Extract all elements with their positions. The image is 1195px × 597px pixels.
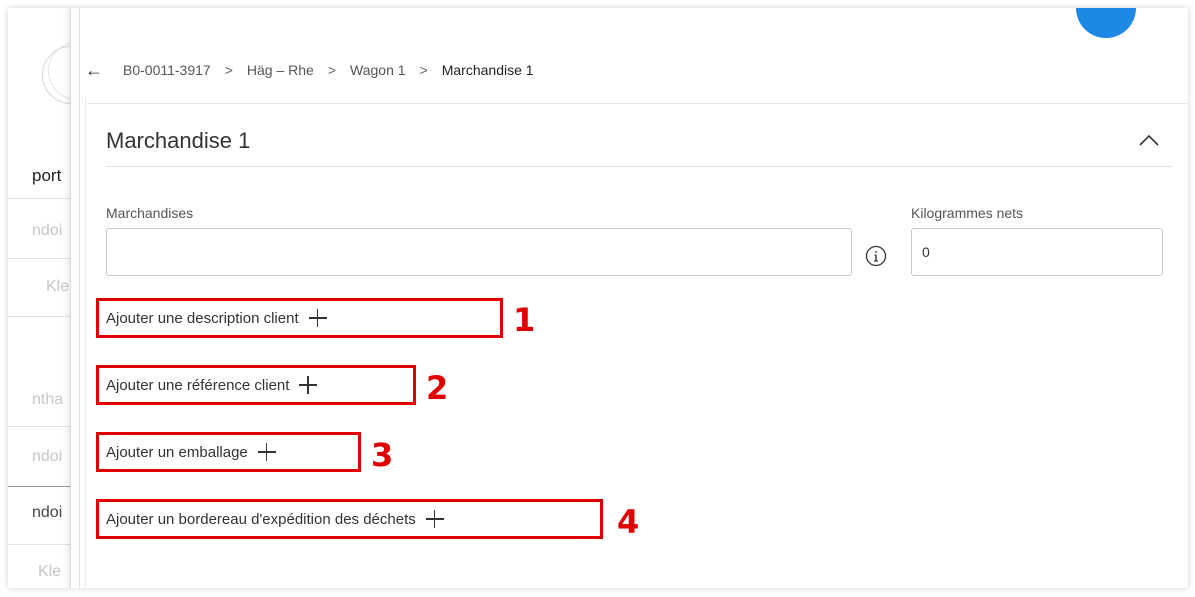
list-item[interactable]: ndoi — [32, 504, 62, 522]
list-item[interactable]: ndoi — [32, 222, 62, 240]
list-divider — [8, 486, 78, 487]
breadcrumb-separator: > — [327, 62, 337, 78]
detail-panel: ← B0-0011-3917 > Häg – Rhe > Wagon 1 > M… — [70, 8, 1188, 588]
goods-input[interactable] — [106, 228, 852, 276]
action-label: Ajouter une description client — [106, 309, 299, 327]
background-list: port ndoi Kle ntha ndoi ndoi Kle — [8, 8, 78, 588]
panel-edge — [79, 8, 80, 588]
list-divider — [8, 316, 78, 317]
annotation-number: 3 — [371, 436, 394, 474]
annotation-number: 1 — [513, 301, 536, 339]
annotation-number: 2 — [426, 369, 449, 407]
list-divider — [8, 198, 78, 199]
list-divider — [8, 544, 78, 545]
section-title: Marchandise 1 — [106, 128, 251, 153]
user-avatar[interactable] — [1076, 8, 1136, 38]
plus-icon — [299, 376, 318, 394]
panel-edge — [85, 96, 86, 588]
add-customer-reference-button[interactable]: Ajouter une référence client — [96, 365, 416, 405]
annotation-number: 4 — [617, 503, 640, 541]
info-icon[interactable] — [865, 245, 887, 267]
plus-icon — [308, 309, 327, 327]
breadcrumb-separator: > — [419, 62, 428, 78]
breadcrumb-item-wagon[interactable]: Wagon 1 — [350, 62, 406, 78]
add-packaging-button[interactable]: Ajouter un emballage — [96, 432, 361, 472]
add-customer-description-button[interactable]: Ajouter une description client — [96, 298, 503, 338]
arrow-left-icon[interactable]: ← — [81, 60, 107, 81]
plus-icon — [257, 443, 276, 461]
goods-label: Marchandises — [106, 205, 194, 221]
list-item[interactable]: Kle — [46, 278, 69, 296]
breadcrumb-item-route[interactable]: Häg – Rhe — [247, 62, 314, 78]
add-waste-shipment-note-button[interactable]: Ajouter un bordereau d'expédition des dé… — [96, 499, 603, 539]
plus-icon — [425, 510, 444, 528]
header-divider — [87, 103, 1188, 104]
list-item[interactable]: Kle — [38, 563, 61, 581]
breadcrumb-separator: > — [224, 62, 233, 78]
action-label: Ajouter un bordereau d'expédition des dé… — [106, 510, 416, 528]
background-heading: port — [32, 166, 62, 185]
list-divider — [8, 258, 78, 259]
action-label: Ajouter une référence client — [106, 376, 290, 394]
section-divider — [106, 166, 1173, 167]
list-item[interactable]: ndoi — [32, 448, 62, 466]
app-window: port ndoi Kle ntha ndoi ndoi Kle ← B0-00… — [8, 8, 1188, 588]
list-item[interactable]: ntha — [32, 391, 63, 409]
net-kg-input[interactable]: 0 — [911, 228, 1163, 276]
breadcrumb: ← B0-0011-3917 > Häg – Rhe > Wagon 1 > M… — [81, 58, 548, 82]
chevron-up-icon[interactable] — [1136, 128, 1162, 154]
net-kg-label: Kilogrammes nets — [911, 205, 1024, 221]
list-divider — [8, 426, 78, 427]
breadcrumb-item-current: Marchandise 1 — [441, 62, 534, 78]
breadcrumb-item-booking[interactable]: B0-0011-3917 — [123, 62, 211, 78]
action-label: Ajouter un emballage — [106, 443, 248, 461]
